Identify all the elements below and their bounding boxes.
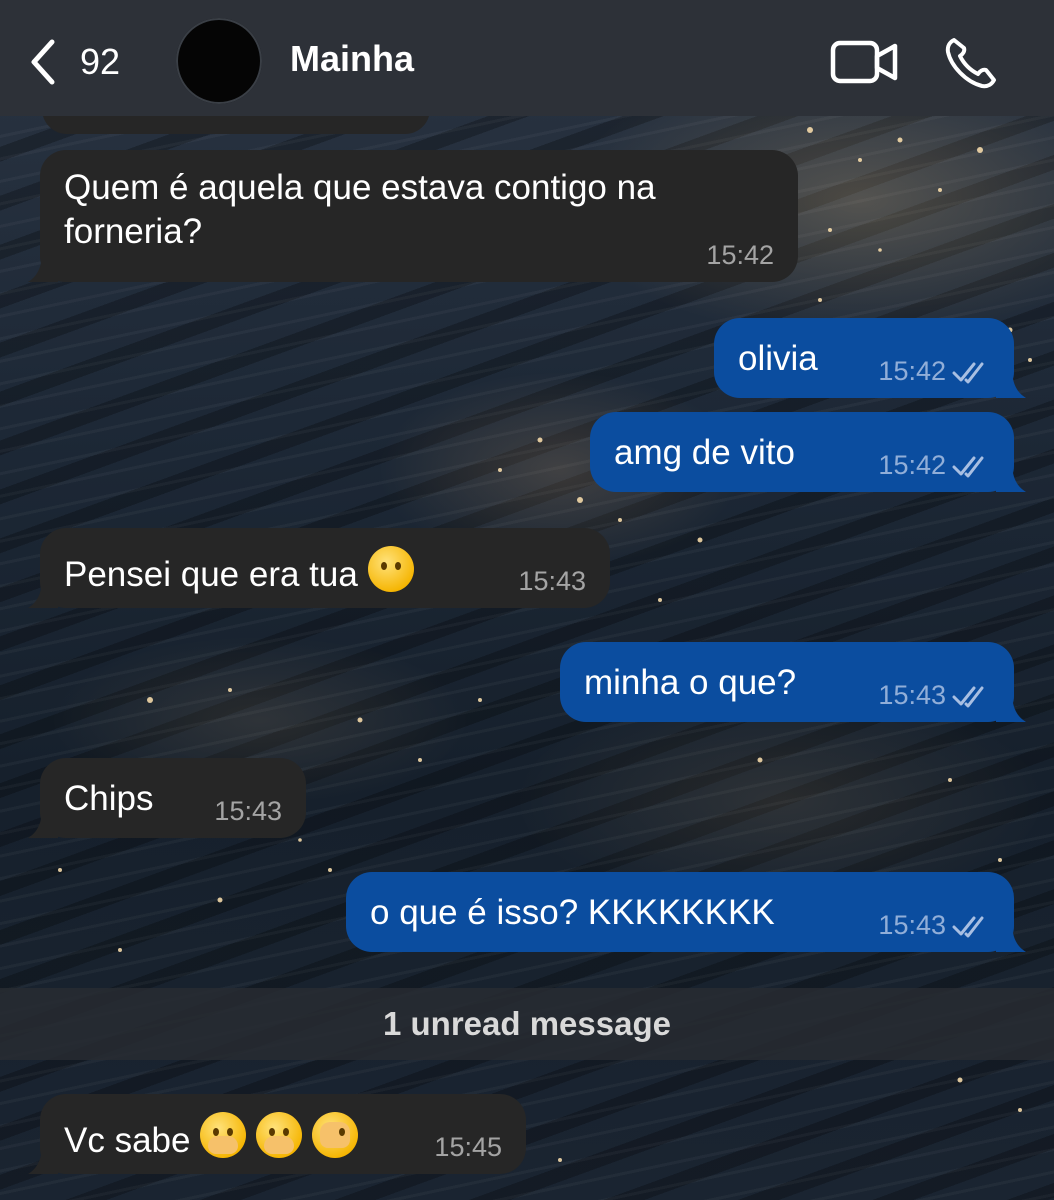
bubble-tail bbox=[996, 922, 1026, 952]
bubble-tail bbox=[28, 1144, 58, 1174]
message-outgoing[interactable]: minha o que? 15:43 bbox=[560, 642, 1026, 722]
raised-eyebrow-emoji bbox=[367, 546, 414, 592]
hand-over-mouth-emoji bbox=[200, 1112, 247, 1158]
bubble-tail bbox=[996, 368, 1026, 398]
message-time: 15:42 bbox=[878, 356, 946, 386]
message-outgoing[interactable]: amg de vito 15:42 bbox=[590, 412, 1026, 492]
message-text: amg de vito bbox=[614, 433, 795, 472]
message-incoming[interactable]: Pensei que era tua 15:43 bbox=[28, 528, 610, 608]
message-incoming[interactable]: Chips 15:43 bbox=[28, 758, 306, 838]
message-time: 15:42 bbox=[706, 240, 774, 270]
peeking-eye-emoji bbox=[312, 1112, 359, 1158]
message-text-line: Quem é aquela que estava contigo na bbox=[64, 168, 656, 207]
read-receipt-icon bbox=[952, 686, 984, 708]
message-text: Pensei que era tua bbox=[64, 546, 414, 598]
message-time: 15:42 bbox=[878, 450, 946, 480]
bubble-tail bbox=[28, 252, 58, 282]
message-text: Chips bbox=[64, 779, 154, 818]
message-time: 15:43 bbox=[214, 796, 282, 826]
back-button[interactable]: 92 bbox=[28, 36, 120, 88]
bubble-tail bbox=[28, 808, 58, 838]
message-time: 15:43 bbox=[878, 680, 946, 710]
phone-icon bbox=[945, 38, 996, 89]
chevron-left-icon bbox=[31, 39, 55, 85]
contact-avatar[interactable] bbox=[176, 18, 262, 104]
message-text: minha o que? bbox=[584, 663, 797, 702]
message-text: olivia bbox=[738, 339, 818, 378]
unread-messages-divider: 1 unread message bbox=[0, 988, 1054, 1060]
read-receipt-icon bbox=[952, 916, 984, 938]
chat-header: 92 Mainha bbox=[0, 0, 1054, 116]
read-receipt-icon bbox=[952, 362, 984, 384]
message-incoming[interactable]: Vc sabe 15:45 bbox=[28, 1094, 526, 1174]
video-call-button[interactable] bbox=[830, 40, 900, 89]
hand-over-mouth-emoji bbox=[256, 1112, 303, 1158]
read-receipt-icon bbox=[952, 456, 984, 478]
message-time: 15:45 bbox=[434, 1132, 502, 1162]
message-incoming[interactable]: Quem é aquela que estava contigo na forn… bbox=[28, 150, 798, 282]
video-camera-icon bbox=[830, 40, 898, 84]
message-text-line: forneria? bbox=[64, 212, 203, 251]
message-text-content: Pensei que era tua bbox=[64, 555, 358, 594]
bubble-tail bbox=[996, 462, 1026, 492]
message-text-content: Vc sabe bbox=[64, 1121, 191, 1160]
message-text: o que é isso? KKKKKKKK bbox=[370, 893, 775, 932]
message-time: 15:43 bbox=[878, 910, 946, 940]
bubble-tail bbox=[28, 578, 58, 608]
voice-call-button[interactable] bbox=[944, 36, 998, 95]
message-text: Quem é aquela que estava contigo na forn… bbox=[64, 166, 656, 254]
bubble-tail bbox=[996, 692, 1026, 722]
message-outgoing[interactable]: olivia 15:42 bbox=[714, 318, 1026, 398]
message-time: 15:43 bbox=[518, 566, 586, 596]
message-text: Vc sabe bbox=[64, 1112, 359, 1164]
message-outgoing[interactable]: o que é isso? KKKKKKKK 15:43 bbox=[346, 872, 1026, 952]
unread-chats-count: 92 bbox=[80, 41, 121, 82]
contact-name[interactable]: Mainha bbox=[290, 38, 414, 80]
